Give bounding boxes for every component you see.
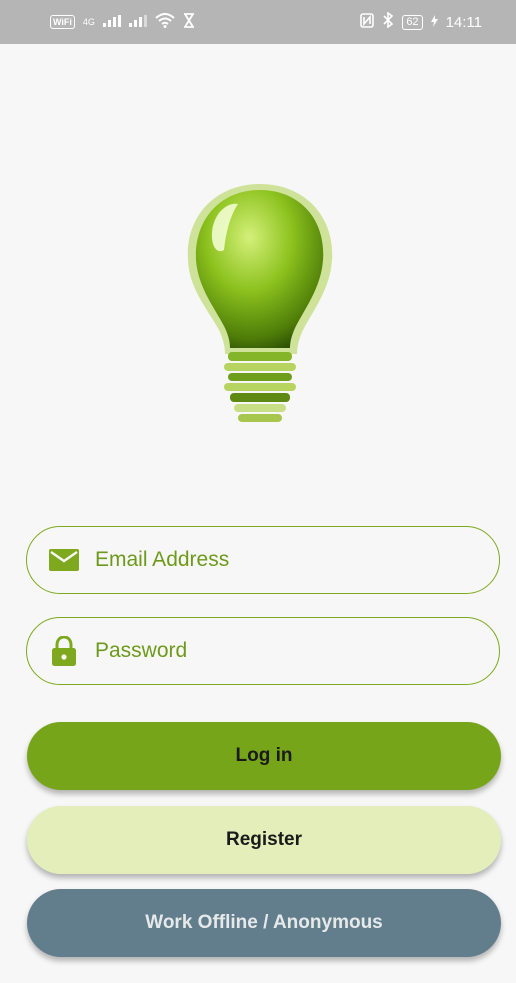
status-bar-left: WiFi 4G bbox=[50, 12, 195, 32]
hourglass-icon bbox=[183, 12, 195, 32]
signal-icon bbox=[102, 14, 121, 31]
status-bar-right: 62 14:11 bbox=[360, 11, 482, 32]
work-offline-button[interactable]: Work Offline / Anonymous bbox=[27, 889, 501, 957]
clock-time: 14:11 bbox=[445, 13, 482, 31]
network-type-label: 4G bbox=[82, 16, 95, 27]
wifi-icon bbox=[155, 12, 175, 32]
charging-icon bbox=[430, 14, 438, 31]
register-button[interactable]: Register bbox=[27, 806, 501, 874]
password-input[interactable] bbox=[95, 639, 475, 663]
email-input[interactable] bbox=[95, 548, 475, 572]
nfc-icon bbox=[360, 12, 375, 32]
wifi-calling-badge: WiFi bbox=[50, 15, 75, 29]
lightbulb-logo bbox=[180, 182, 340, 427]
signal-icon-2 bbox=[128, 14, 147, 31]
battery-indicator: 62 bbox=[402, 14, 423, 30]
status-bar: WiFi 4G 62 14:11 bbox=[0, 0, 516, 44]
password-field[interactable] bbox=[26, 617, 500, 685]
lock-icon bbox=[47, 634, 81, 668]
email-field[interactable] bbox=[26, 526, 500, 594]
envelope-icon bbox=[47, 543, 81, 577]
login-button[interactable]: Log in bbox=[27, 722, 501, 790]
bluetooth-icon bbox=[382, 11, 394, 32]
